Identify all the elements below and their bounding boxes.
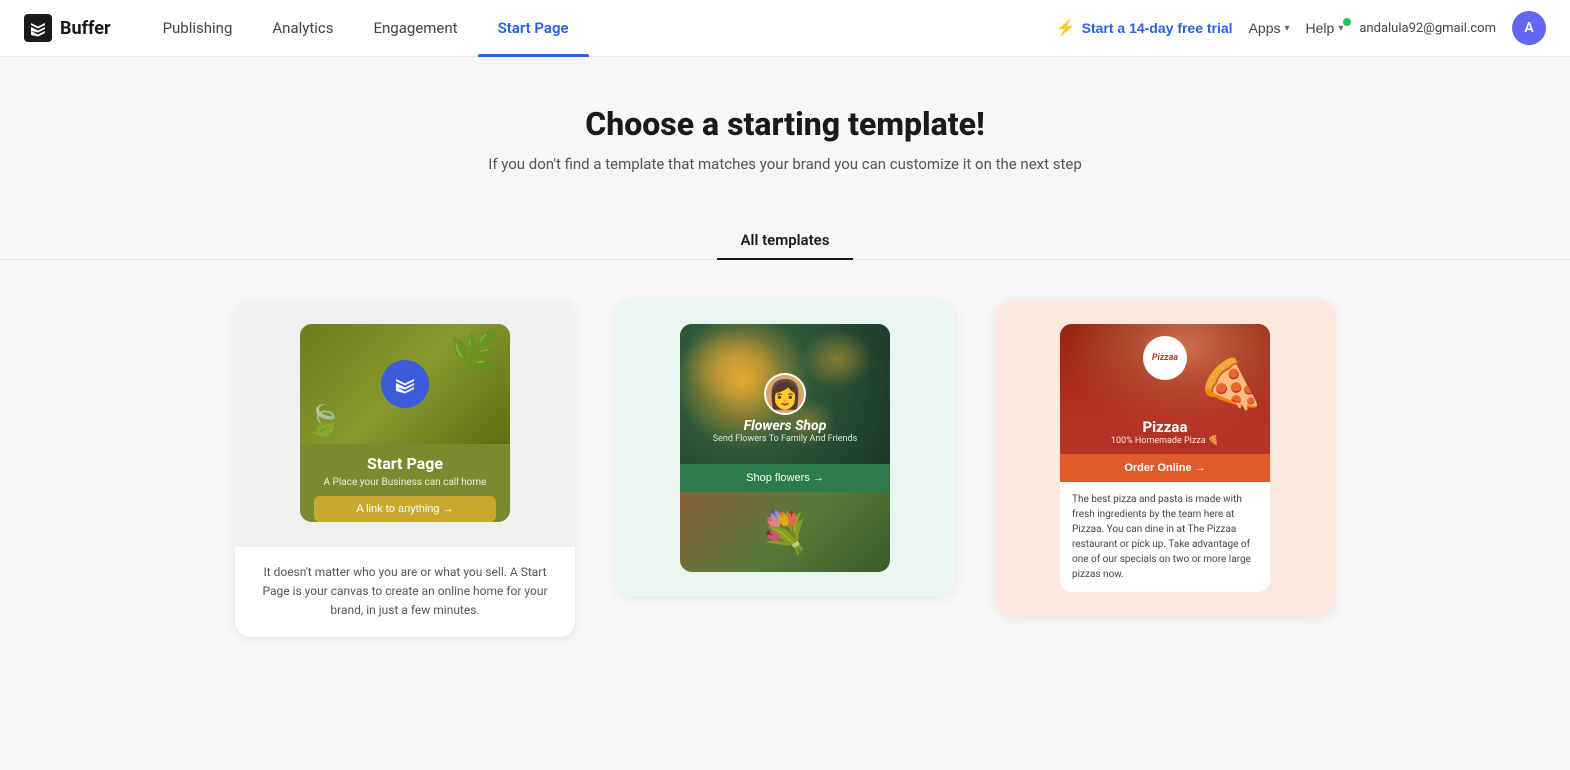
- tab-all-templates[interactable]: All templates: [717, 221, 854, 259]
- card-3-preview: 🍕 Pizzaa Pizzaa 100% Homemade Pizza 🍕 Or…: [995, 300, 1335, 616]
- main-content: Choose a starting template! If you don't…: [0, 57, 1570, 770]
- buffer-logo-icon: [24, 14, 52, 42]
- card-2-inner: Flowers Shop Send Flowers To Family And …: [680, 324, 890, 572]
- nav-right: ⚡ Start a 14-day free trial Apps ▾ Help …: [1056, 11, 1546, 45]
- card-1-title: Start Page: [314, 454, 496, 473]
- help-button[interactable]: Help ▾: [1306, 20, 1344, 36]
- card-3-logo-text: Pizzaa: [1152, 353, 1178, 363]
- buffer-stack-icon: [393, 372, 417, 396]
- card-2-overlay: Flowers Shop Send Flowers To Family And …: [680, 418, 890, 444]
- pizza-emoji: 🍕: [1190, 351, 1268, 427]
- card-1-preview: Start Page A Place your Business can cal…: [235, 300, 575, 546]
- template-card-pizzaa[interactable]: 🍕 Pizzaa Pizzaa 100% Homemade Pizza 🍕 Or…: [995, 300, 1335, 616]
- card-1-link-button[interactable]: A link to anything →: [314, 496, 496, 522]
- card-1-description: It doesn't matter who you are or what yo…: [235, 546, 575, 637]
- trial-button[interactable]: ⚡ Start a 14-day free trial: [1056, 18, 1233, 38]
- template-cards-container: Start Page A Place your Business can cal…: [0, 260, 1570, 677]
- card-3-logo-circle: Pizzaa: [1143, 336, 1187, 380]
- template-card-flowers-shop[interactable]: Flowers Shop Send Flowers To Family And …: [615, 300, 955, 596]
- avatar[interactable]: A: [1512, 11, 1546, 45]
- nav-publishing[interactable]: Publishing: [143, 0, 253, 57]
- card-1-hero-image: [300, 324, 510, 444]
- apps-chevron-icon: ▾: [1285, 23, 1290, 34]
- hero-subtitle: If you don't find a template that matche…: [24, 155, 1546, 173]
- card-3-cta-button[interactable]: Order Online →: [1060, 454, 1270, 482]
- logo[interactable]: Buffer: [24, 14, 111, 42]
- logo-text: Buffer: [60, 18, 111, 39]
- card-2-preview: Flowers Shop Send Flowers To Family And …: [615, 300, 955, 596]
- hero-section: Choose a starting template! If you don't…: [0, 57, 1570, 193]
- card-2-avatar: [764, 373, 806, 415]
- card-3-description: The best pizza and pasta is made with fr…: [1060, 482, 1270, 592]
- card-1-logo-circle: [381, 360, 429, 408]
- apps-label: Apps: [1249, 20, 1281, 36]
- card-3-brand-subtitle: 100% Homemade Pizza 🍕: [1060, 436, 1270, 446]
- card-2-bottom-image: [680, 492, 890, 572]
- card-2-shop-title: Flowers Shop: [680, 418, 890, 434]
- card-2-cta-button[interactable]: Shop flowers →: [680, 464, 890, 492]
- card-1-body: Start Page A Place your Business can cal…: [300, 444, 510, 522]
- tabs-bar: All templates: [0, 221, 1570, 260]
- hero-title: Choose a starting template!: [24, 105, 1546, 143]
- help-chevron-icon: ▾: [1338, 23, 1343, 34]
- nav-engagement[interactable]: Engagement: [354, 0, 478, 57]
- bolt-icon: ⚡: [1056, 18, 1076, 38]
- navbar: Buffer Publishing Analytics Engagement S…: [0, 0, 1570, 57]
- card-2-shop-subtitle: Send Flowers To Family And Friends: [680, 434, 890, 444]
- card-1-inner: Start Page A Place your Business can cal…: [300, 324, 510, 522]
- apps-button[interactable]: Apps ▾: [1249, 20, 1290, 36]
- card-3-inner: 🍕 Pizzaa Pizzaa 100% Homemade Pizza 🍕 Or…: [1060, 324, 1270, 592]
- user-email: andalula92@gmail.com: [1359, 21, 1496, 36]
- help-label: Help: [1306, 20, 1335, 36]
- nav-links: Publishing Analytics Engagement Start Pa…: [143, 0, 1056, 57]
- trial-label: Start a 14-day free trial: [1082, 20, 1233, 36]
- card-3-desc-text: The best pizza and pasta is made with fr…: [1072, 494, 1251, 580]
- card-1-subtitle: A Place your Business can call home: [314, 477, 496, 488]
- card-2-hero-image: Flowers Shop Send Flowers To Family And …: [680, 324, 890, 464]
- nav-start-page[interactable]: Start Page: [478, 0, 589, 57]
- template-card-start-page[interactable]: Start Page A Place your Business can cal…: [235, 300, 575, 637]
- card-3-brand-section: Pizzaa 100% Homemade Pizza 🍕: [1060, 418, 1270, 446]
- help-status-dot: [1343, 18, 1351, 26]
- card-3-brand-name: Pizzaa: [1060, 418, 1270, 436]
- card-3-hero-image: 🍕 Pizzaa Pizzaa 100% Homemade Pizza 🍕: [1060, 324, 1270, 454]
- nav-analytics[interactable]: Analytics: [252, 0, 353, 57]
